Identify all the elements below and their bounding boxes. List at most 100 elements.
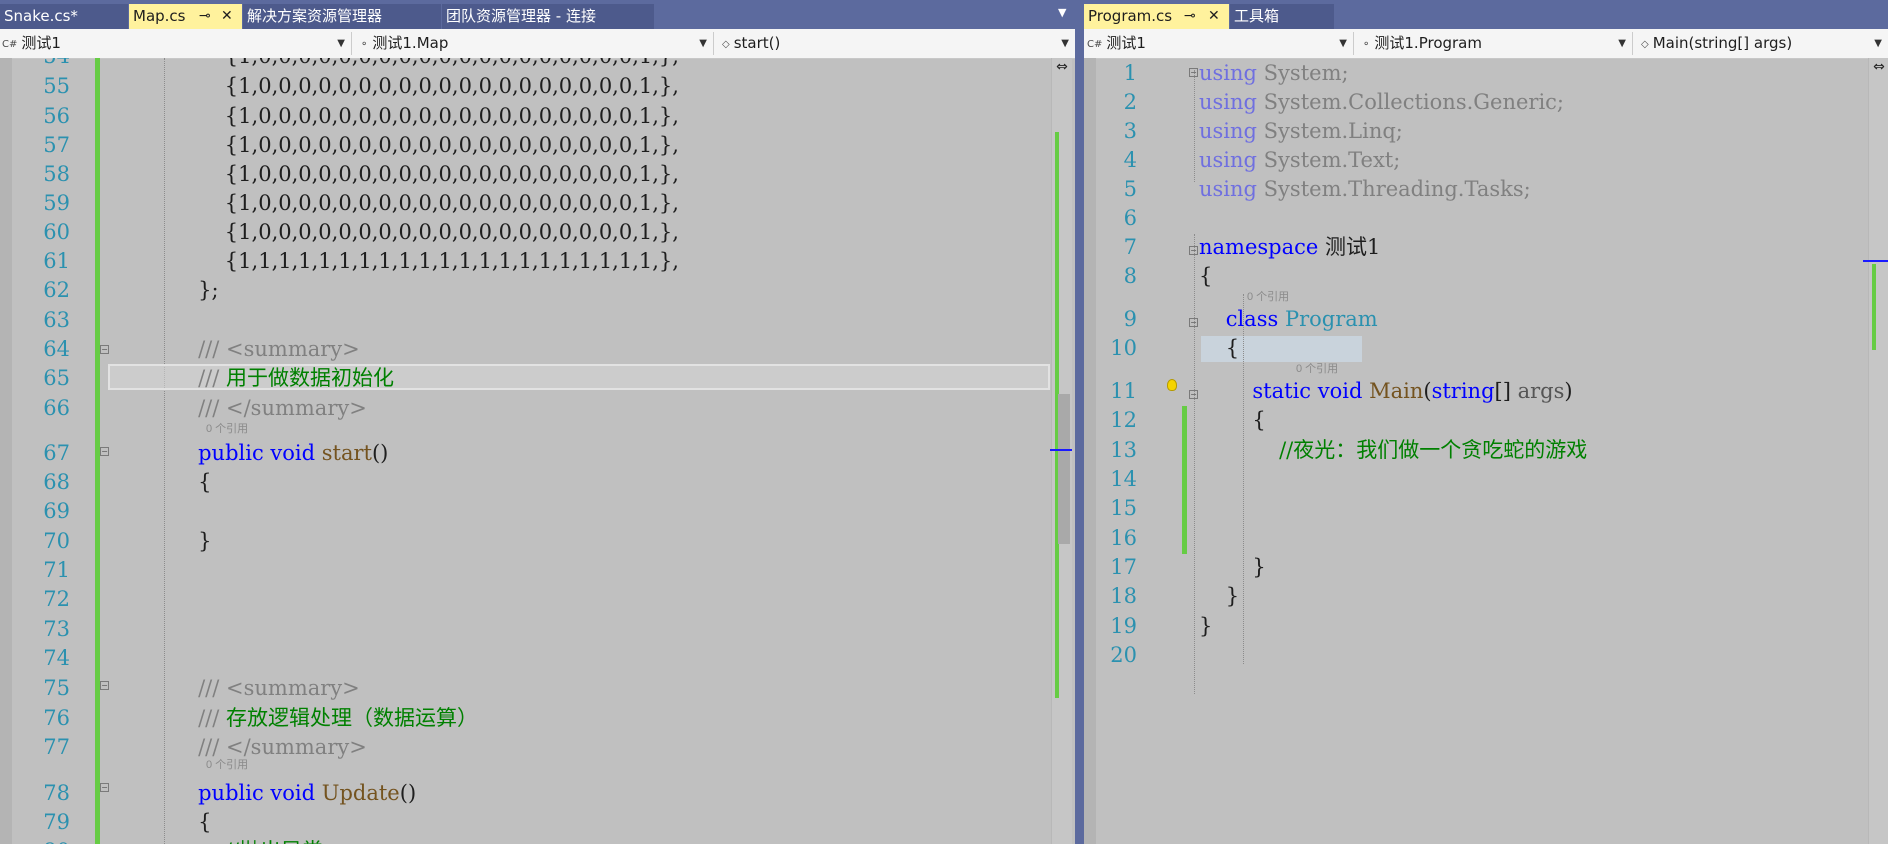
code-line[interactable]: 10 { — [1084, 336, 1888, 360]
codelens-reference-count[interactable]: 0 个引用 — [1296, 363, 1338, 376]
project-dropdown[interactable]: C# 测试1 ▼ — [1084, 32, 1354, 55]
code-line[interactable]: 17 } — [1084, 555, 1888, 579]
right-vertical-scrollbar[interactable]: ⇔ — [1863, 58, 1888, 844]
tab-overflow-dropdown-icon[interactable]: ▼ — [1058, 6, 1066, 19]
code-line[interactable]: 73 — [0, 617, 1075, 641]
code-line[interactable]: 11 static void Main(string[] args) — [1084, 379, 1888, 403]
code-token: {1,0,0,0,0,0,0,0,0,0,0,0,0,0,0,0,0,0,0,0… — [118, 220, 679, 244]
code-line[interactable]: 70 } — [0, 529, 1075, 553]
class-label: 测试1.Map — [372, 34, 449, 52]
line-number: 57 — [43, 133, 70, 157]
member-dropdown[interactable]: ◇ start() ▼ — [718, 32, 1075, 55]
code-line[interactable]: 64 /// <summary> — [0, 337, 1075, 361]
tab-team-explorer[interactable]: 团队资源管理器 - 连接 — [442, 4, 654, 29]
code-line[interactable]: 19} — [1084, 614, 1888, 638]
line-number: 71 — [43, 558, 70, 582]
close-icon[interactable]: ✕ — [1208, 4, 1220, 29]
tab-solution-explorer[interactable]: 解决方案资源管理器 — [243, 4, 441, 29]
right-code-editor[interactable]: 0 个引用 0 个引用 − − − − 1 using System; 2 using… — [1084, 58, 1888, 844]
code-line[interactable]: 60 {1,0,0,0,0,0,0,0,0,0,0,0,0,0,0,0,0,0,… — [0, 220, 1075, 244]
pin-icon[interactable]: ⊸ — [199, 4, 211, 29]
code-line[interactable]: 65 /// 用于做数据初始化 — [0, 366, 1075, 390]
tab-snake-cs[interactable]: Snake.cs* — [0, 4, 128, 29]
code-line[interactable]: 68 { — [0, 470, 1075, 494]
line-number: 70 — [43, 529, 70, 553]
member-dropdown[interactable]: ◇ Main(string[] args) ▼ — [1637, 32, 1888, 55]
code-line[interactable]: 12 { — [1084, 408, 1888, 432]
line-number: 56 — [43, 104, 70, 128]
code-token: void — [270, 441, 316, 465]
code-text: /// <summary> — [118, 676, 360, 700]
project-dropdown[interactable]: C# 测试1 ▼ — [0, 32, 352, 55]
codelens-reference-count[interactable]: 0 个引用 — [206, 759, 248, 772]
split-window-icon[interactable]: ⇔ — [1871, 58, 1887, 76]
line-number: 18 — [1110, 584, 1137, 608]
code-line[interactable]: 75 /// <summary> — [0, 676, 1075, 700]
class-icon: ⚬ — [360, 39, 369, 50]
code-line[interactable]: 57 {1,0,0,0,0,0,0,0,0,0,0,0,0,0,0,0,0,0,… — [0, 133, 1075, 157]
code-line[interactable]: 79 { — [0, 810, 1075, 834]
class-dropdown[interactable]: ⚬ 测试1.Program ▼ — [1358, 32, 1633, 55]
class-dropdown[interactable]: ⚬ 测试1.Map ▼ — [356, 32, 714, 55]
code-line[interactable]: 7 namespace 测试1 — [1084, 235, 1888, 259]
code-line[interactable]: 18 } — [1084, 584, 1888, 608]
line-number: 72 — [43, 587, 70, 611]
line-number: 73 — [43, 617, 70, 641]
tab-label: 团队资源管理器 - 连接 — [446, 7, 596, 25]
code-line[interactable]: 56 {1,0,0,0,0,0,0,0,0,0,0,0,0,0,0,0,0,0,… — [0, 104, 1075, 128]
left-code-editor[interactable]: 0 个引用 0 个引用 − − − − 54 {1,0,0,0,0,0,0,0,… — [0, 58, 1075, 844]
code-line[interactable]: 69 — [0, 499, 1075, 523]
code-line[interactable]: 4 using System.Text; — [1084, 148, 1888, 172]
code-line[interactable]: 55 {1,0,0,0,0,0,0,0,0,0,0,0,0,0,0,0,0,0,… — [0, 74, 1075, 98]
code-line[interactable]: 72 — [0, 587, 1075, 611]
code-token: Update — [321, 781, 400, 805]
code-line[interactable]: 74 — [0, 646, 1075, 670]
code-line[interactable]: 3 using System.Linq; — [1084, 119, 1888, 143]
pin-icon[interactable]: ⊸ — [1184, 4, 1196, 29]
codelens-reference-count[interactable]: 0 个引用 — [206, 423, 248, 436]
pane-splitter[interactable] — [1075, 0, 1084, 844]
code-line[interactable]: 15 — [1084, 496, 1888, 520]
tab-toolbox[interactable]: 工具箱 — [1230, 4, 1334, 29]
code-token: //抛出异常 — [225, 839, 323, 844]
code-text: } — [1199, 614, 1212, 638]
line-number: 80 — [10, 839, 70, 844]
code-line[interactable]: 8{ — [1084, 264, 1888, 288]
code-line[interactable]: 14 — [1084, 467, 1888, 491]
code-line[interactable]: 16 — [1084, 526, 1888, 550]
split-window-icon[interactable]: ⇔ — [1054, 58, 1070, 76]
code-line[interactable]: 5 using System.Threading.Tasks; — [1084, 177, 1888, 201]
code-token: } — [118, 529, 212, 553]
tab-map-cs[interactable]: Map.cs ⊸ ✕ — [129, 4, 242, 29]
code-line[interactable]: 61 {1,1,1,1,1,1,1,1,1,1,1,1,1,1,1,1,1,1,… — [0, 249, 1075, 273]
code-token: class — [1225, 307, 1279, 331]
codelens-reference-count[interactable]: 0 个引用 — [1247, 291, 1289, 304]
code-line[interactable]: 80 //抛出异常 — [0, 839, 1075, 844]
code-line[interactable]: 59 {1,0,0,0,0,0,0,0,0,0,0,0,0,0,0,0,0,0,… — [0, 191, 1075, 215]
code-line[interactable]: 62 }; — [0, 278, 1075, 302]
code-line[interactable]: 71 — [0, 558, 1075, 582]
code-line[interactable]: 78 public void Update() — [0, 781, 1075, 805]
code-line[interactable]: 20 — [1084, 643, 1888, 667]
code-line[interactable]: 67 public void start() — [0, 441, 1075, 465]
code-token: {1,1,1,1,1,1,1,1,1,1,1,1,1,1,1,1,1,1,1,1… — [118, 249, 679, 273]
close-icon[interactable]: ✕ — [221, 4, 233, 29]
code-line[interactable]: 66 /// </summary> — [0, 396, 1075, 420]
code-line[interactable]: 1 using System; — [1084, 61, 1888, 85]
code-line[interactable]: 13 //夜光：我们做一个贪吃蛇的游戏 — [1084, 438, 1888, 462]
tab-program-cs[interactable]: Program.cs ⊸ ✕ — [1084, 4, 1229, 29]
code-line[interactable]: 2 using System.Collections.Generic; — [1084, 90, 1888, 114]
code-line[interactable]: 54 {1,0,0,0,0,0,0,0,0,0,0,0,0,0,0,0,0,0,… — [0, 58, 1075, 68]
scrollbar-thumb[interactable] — [1058, 394, 1070, 544]
chevron-down-icon: ▼ — [1874, 38, 1882, 49]
code-token: { — [118, 470, 212, 494]
code-line[interactable]: 76 /// 存放逻辑处理（数据运算） — [0, 706, 1075, 730]
left-vertical-scrollbar[interactable]: ⇔ — [1050, 58, 1072, 844]
code-token: using — [1199, 177, 1257, 201]
code-line[interactable]: 77 /// </summary> — [0, 735, 1075, 759]
code-line[interactable]: 63 — [0, 308, 1075, 332]
code-line[interactable]: 9 class Program — [1084, 307, 1888, 331]
code-line[interactable]: 6 — [1084, 206, 1888, 230]
code-line[interactable]: 58 {1,0,0,0,0,0,0,0,0,0,0,0,0,0,0,0,0,0,… — [0, 162, 1075, 186]
